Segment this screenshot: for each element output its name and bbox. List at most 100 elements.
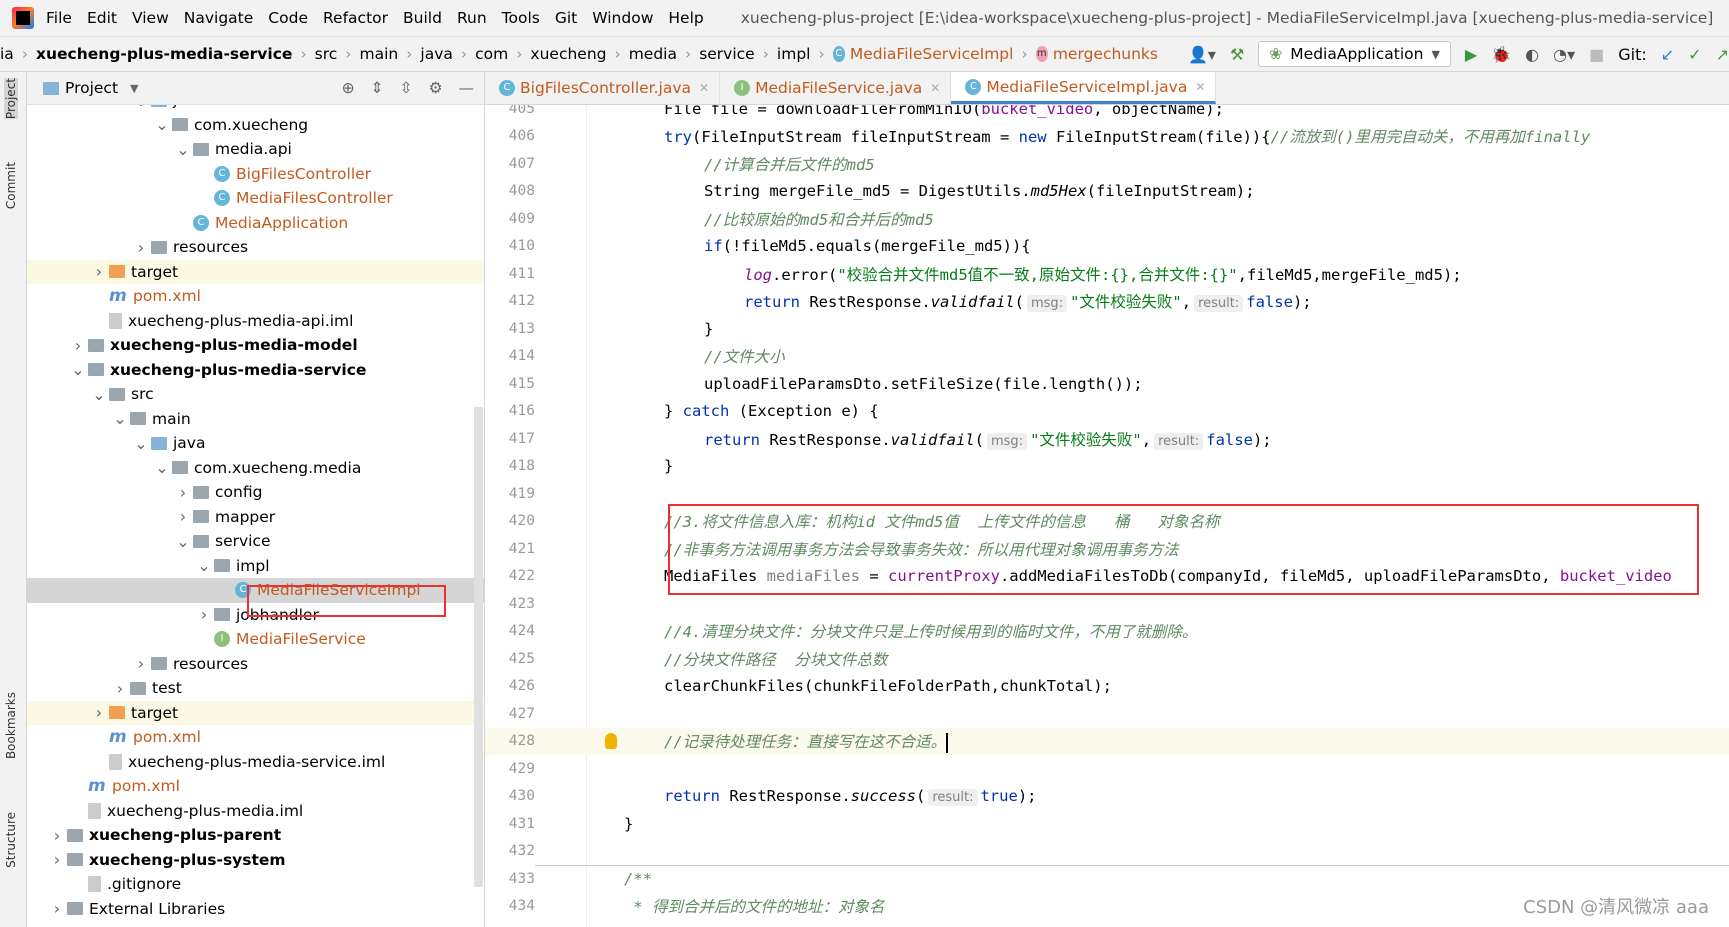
chevron-down-icon[interactable]: ⌄ <box>89 385 109 404</box>
chevron-right-icon[interactable]: › <box>47 899 67 918</box>
chevron-down-icon[interactable]: ⌄ <box>173 140 193 159</box>
tree-item[interactable]: › External Libraries <box>27 897 484 922</box>
close-icon[interactable]: ✕ <box>699 81 709 95</box>
chevron-right-icon[interactable]: › <box>89 703 109 722</box>
expand-all-icon[interactable]: ⇕ <box>371 79 384 97</box>
menu-navigate[interactable]: Navigate <box>184 9 254 27</box>
breadcrumb-item[interactable]: service <box>699 45 755 63</box>
breadcrumb-item[interactable]: com <box>475 45 508 63</box>
breadcrumb-item[interactable]: impl <box>777 45 811 63</box>
breadcrumb-item[interactable]: ia <box>0 45 14 63</box>
menu-run[interactable]: Run <box>457 9 487 27</box>
tree-item[interactable]: ⌄ com.xuecheng <box>27 113 484 138</box>
tab-mediafileserviceimpl[interactable]: C MediaFileServiceImpl.java ✕ <box>951 72 1217 104</box>
tree-item[interactable]: ⌄ xuecheng-plus-media-service <box>27 358 484 383</box>
coverage-icon[interactable]: ◐ <box>1525 45 1539 64</box>
tree-item[interactable]: › target <box>27 259 484 284</box>
tree-item[interactable]: ⌄ service <box>27 529 484 554</box>
tree-item[interactable]: xuecheng-plus-media-service.iml <box>27 750 484 775</box>
chevron-down-icon[interactable]: ⌄ <box>131 434 151 453</box>
tree-item[interactable]: .gitignore <box>27 872 484 897</box>
menu-edit[interactable]: Edit <box>87 9 117 27</box>
breadcrumb-item[interactable]: xuecheng-plus-media-service <box>36 45 292 63</box>
chevron-down-icon[interactable]: ▼ <box>130 82 138 95</box>
build-hammer-icon[interactable]: ⚒ <box>1230 45 1244 64</box>
tree-item[interactable]: ⌄ media.api <box>27 137 484 162</box>
debug-icon[interactable]: 🐞 <box>1491 45 1511 64</box>
chevron-down-icon[interactable]: ⌄ <box>110 409 130 428</box>
breadcrumb-item[interactable]: java <box>420 45 452 63</box>
tree-item[interactable]: › resources <box>27 235 484 260</box>
tree-item[interactable]: m pom.xml <box>27 725 484 750</box>
tree-item[interactable]: C BigFilesController <box>27 162 484 187</box>
tree-item[interactable]: C MediaApplication <box>27 211 484 236</box>
tree-item[interactable]: ⌄ java <box>27 431 484 456</box>
user-icon[interactable]: 👤▾ <box>1188 45 1216 64</box>
git-commit-icon[interactable]: ✓ <box>1688 45 1701 64</box>
chevron-right-icon[interactable]: › <box>131 238 151 257</box>
locate-icon[interactable]: ⊕ <box>342 79 355 97</box>
chevron-right-icon[interactable]: › <box>47 826 67 845</box>
menu-view[interactable]: View <box>132 9 169 27</box>
breadcrumb-method[interactable]: mergechunks <box>1053 45 1158 63</box>
menu-file[interactable]: File <box>46 9 72 27</box>
code-editor[interactable]: 405 File file = downloadFileFromMinIO(buc… <box>485 105 1729 927</box>
structure-tool-button[interactable]: Structure <box>4 812 18 868</box>
tree-item[interactable]: ⌄ impl <box>27 554 484 579</box>
run-icon[interactable]: ▶ <box>1465 45 1477 64</box>
tree-item[interactable]: C MediaFilesController <box>27 186 484 211</box>
chevron-right-icon[interactable]: › <box>68 336 88 355</box>
menu-git[interactable]: Git <box>555 9 577 27</box>
tree-item[interactable]: ⌄ src <box>27 382 484 407</box>
breadcrumb-class[interactable]: MediaFileServiceImpl <box>850 45 1014 63</box>
tree-item[interactable]: m pom.xml <box>27 774 484 799</box>
commit-tool-button[interactable]: Commit <box>4 162 18 209</box>
tree-item[interactable]: › mapper <box>27 505 484 530</box>
menu-build[interactable]: Build <box>403 9 442 27</box>
chevron-right-icon[interactable]: › <box>110 679 130 698</box>
breadcrumb-item[interactable]: media <box>629 45 677 63</box>
menu-refactor[interactable]: Refactor <box>323 9 388 27</box>
git-update-icon[interactable]: ↙ <box>1661 45 1674 64</box>
profile-icon[interactable]: ◔▾ <box>1553 45 1575 64</box>
git-push-icon[interactable]: ↗ <box>1716 45 1729 64</box>
close-icon[interactable]: ✕ <box>930 81 940 95</box>
tree-item[interactable]: xuecheng-plus-media.iml <box>27 799 484 824</box>
stop-icon[interactable]: ■ <box>1589 45 1604 64</box>
hide-icon[interactable]: — <box>459 79 475 97</box>
tree-item[interactable]: › xuecheng-plus-system <box>27 848 484 873</box>
collapse-all-icon[interactable]: ⇳ <box>400 79 413 97</box>
tree-item[interactable]: › test <box>27 676 484 701</box>
tree-item[interactable]: ⌄ com.xuecheng.media <box>27 456 484 481</box>
tree-item[interactable]: I MediaFileService <box>27 627 484 652</box>
tree-item[interactable]: › target <box>27 700 484 725</box>
tree-item[interactable]: ⌄ main <box>27 407 484 432</box>
tree-scrollbar[interactable] <box>474 407 483 887</box>
chevron-right-icon[interactable]: › <box>89 262 109 281</box>
gear-icon[interactable]: ⚙ <box>429 79 443 97</box>
tree-item[interactable]: › xuecheng-plus-parent <box>27 823 484 848</box>
tab-bigfilescontroller[interactable]: C BigFilesController.java ✕ <box>485 72 721 104</box>
menu-tools[interactable]: Tools <box>502 9 540 27</box>
menu-window[interactable]: Window <box>592 9 653 27</box>
tree-item[interactable]: › config <box>27 480 484 505</box>
project-panel-title[interactable]: Project <box>65 79 118 97</box>
bookmarks-tool-button[interactable]: Bookmarks <box>4 692 18 759</box>
menu-help[interactable]: Help <box>668 9 703 27</box>
chevron-right-icon[interactable]: › <box>173 483 193 502</box>
project-tool-button[interactable]: Project <box>4 78 18 120</box>
chevron-right-icon[interactable]: › <box>131 654 151 673</box>
tree-item[interactable]: m pom.xml <box>27 284 484 309</box>
chevron-right-icon[interactable]: › <box>194 605 214 624</box>
chevron-down-icon[interactable]: ⌄ <box>68 360 88 379</box>
breadcrumb-item[interactable]: main <box>359 45 398 63</box>
chevron-down-icon[interactable]: ⌄ <box>152 115 172 134</box>
menu-code[interactable]: Code <box>268 9 308 27</box>
tree-item[interactable]: › xuecheng-plus-media-model <box>27 333 484 358</box>
run-config-select[interactable]: ❀ MediaApplication ▼ <box>1258 41 1451 67</box>
tab-mediafileservice[interactable]: I MediaFileService.java ✕ <box>720 72 952 104</box>
chevron-right-icon[interactable]: › <box>173 507 193 526</box>
chevron-down-icon[interactable]: ⌄ <box>173 532 193 551</box>
tree-item[interactable]: › resources <box>27 652 484 677</box>
tree-item[interactable]: xuecheng-plus-media-api.iml <box>27 309 484 334</box>
